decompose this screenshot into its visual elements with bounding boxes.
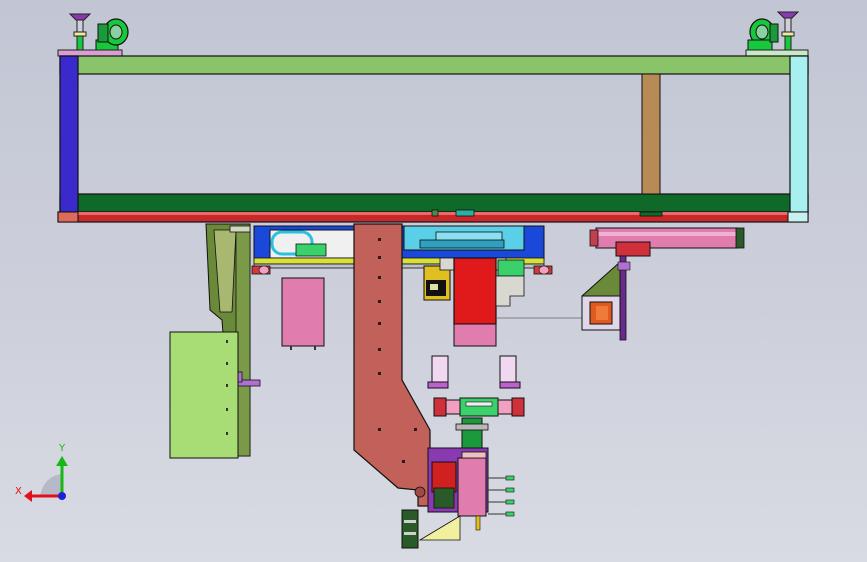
tool-bottom-tip <box>475 515 481 531</box>
cable-connectors <box>488 475 515 517</box>
left-leveling-foot <box>68 13 92 51</box>
gripper-cylinder <box>433 397 525 417</box>
cylinder-mount-plate <box>615 241 651 257</box>
right-corner-block <box>787 211 809 223</box>
triad-x-arrow <box>24 490 32 502</box>
base-connector <box>455 209 475 217</box>
right-foot-base-plate <box>745 49 809 57</box>
axis-label-x: X <box>15 486 22 497</box>
gripper-left-bracket <box>427 355 449 389</box>
red-motor-housing <box>453 257 497 325</box>
carriage-green-side <box>497 259 525 277</box>
tool-base-clamp <box>401 509 419 549</box>
cad-viewport[interactable]: Y X <box>0 0 867 562</box>
pink-mounting-plate <box>281 277 325 347</box>
base-connector <box>639 211 663 217</box>
cylinder-small-block <box>617 261 631 271</box>
left-foot-base-plate <box>57 49 123 57</box>
yellow-guard-plate <box>418 515 461 541</box>
control-cabinet <box>169 331 239 459</box>
frame-top-beam <box>59 55 809 75</box>
right-pneumatic-cylinder <box>589 227 745 249</box>
triad-y-arrow <box>56 456 68 466</box>
frame-middle-post <box>641 73 661 195</box>
left-caster-wheel <box>95 18 129 51</box>
right-triangular-bracket <box>581 260 621 331</box>
frame-bottom-beam <box>59 193 809 213</box>
left-corner-block <box>57 211 79 223</box>
carriage-sensor <box>423 265 451 301</box>
triad-z-axis <box>58 492 66 500</box>
tool-head <box>427 447 489 517</box>
carriage-bracket <box>495 275 525 307</box>
machine-assembly-drawing <box>24 11 809 549</box>
column-lower-hole <box>414 486 426 498</box>
triad-plane <box>40 474 62 496</box>
axis-triad <box>24 456 68 502</box>
base-connector <box>431 209 439 217</box>
frame-right-post <box>789 55 809 215</box>
pink-plate-bolts <box>290 346 316 350</box>
right-caster-wheel <box>747 18 779 51</box>
axis-label-y: Y <box>59 443 66 454</box>
gripper-stem-cap <box>455 423 489 431</box>
gripper-right-bracket <box>499 355 521 389</box>
frame-left-post <box>59 55 79 215</box>
right-leveling-foot <box>776 11 800 51</box>
motor-lower-block <box>453 323 497 347</box>
